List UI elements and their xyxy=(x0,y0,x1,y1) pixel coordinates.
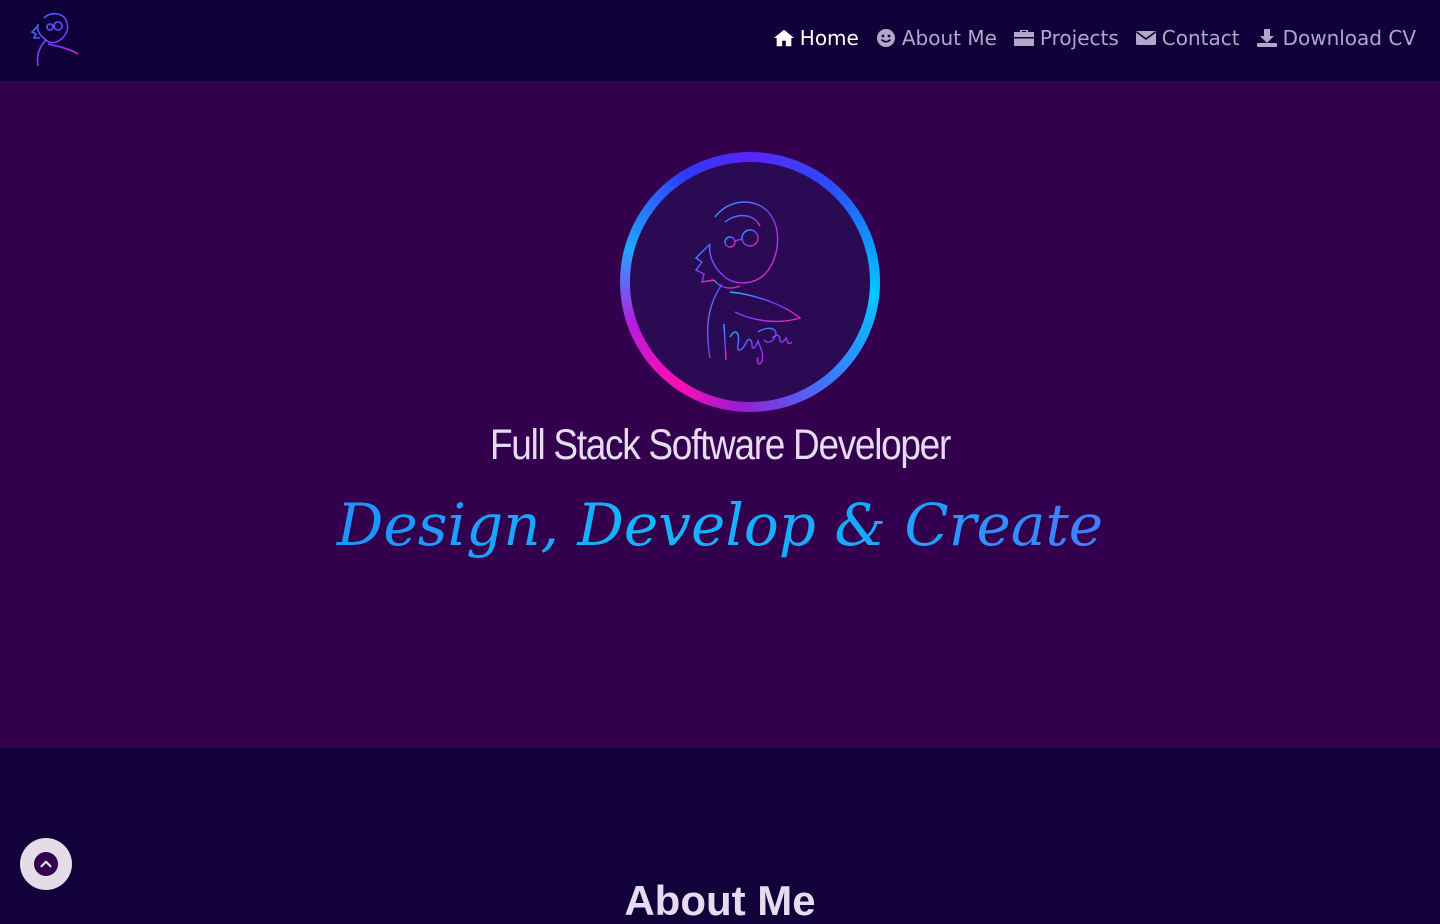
nav-contact[interactable]: Contact xyxy=(1135,26,1240,50)
nav-download-cv[interactable]: Download CV xyxy=(1256,26,1416,50)
hero-section: Full Stack Software Developer Design, De… xyxy=(0,81,1440,748)
scroll-to-top-button[interactable] xyxy=(20,838,72,890)
hero-title: Full Stack Software Developer xyxy=(490,421,951,469)
avatar xyxy=(620,152,880,412)
nav-projects[interactable]: Projects xyxy=(1013,26,1119,50)
home-icon xyxy=(773,29,794,47)
about-section-heading: About Me xyxy=(624,877,816,924)
nav-about-label: About Me xyxy=(901,26,997,50)
briefcase-icon xyxy=(1013,30,1034,46)
site-logo[interactable] xyxy=(26,10,82,70)
nav-about[interactable]: About Me xyxy=(875,26,997,50)
lion-logo-icon xyxy=(30,12,79,67)
nav-projects-label: Projects xyxy=(1039,26,1119,50)
envelope-icon xyxy=(1135,31,1156,45)
hero-tagline: Design, Develop & Create xyxy=(0,491,1440,559)
nav-links: Home About Me Projects Contact Download … xyxy=(773,26,1416,50)
top-navbar: Home About Me Projects Contact Download … xyxy=(0,0,1440,81)
nav-download-cv-label: Download CV xyxy=(1282,26,1416,50)
nav-home-label: Home xyxy=(799,26,859,50)
lion-illustration-icon xyxy=(694,201,802,365)
download-icon xyxy=(1256,29,1277,47)
nav-home[interactable]: Home xyxy=(773,26,859,50)
chevron-up-icon xyxy=(34,852,58,876)
smile-icon xyxy=(876,29,895,47)
nav-contact-label: Contact xyxy=(1161,26,1240,50)
avatar-image xyxy=(630,162,870,402)
